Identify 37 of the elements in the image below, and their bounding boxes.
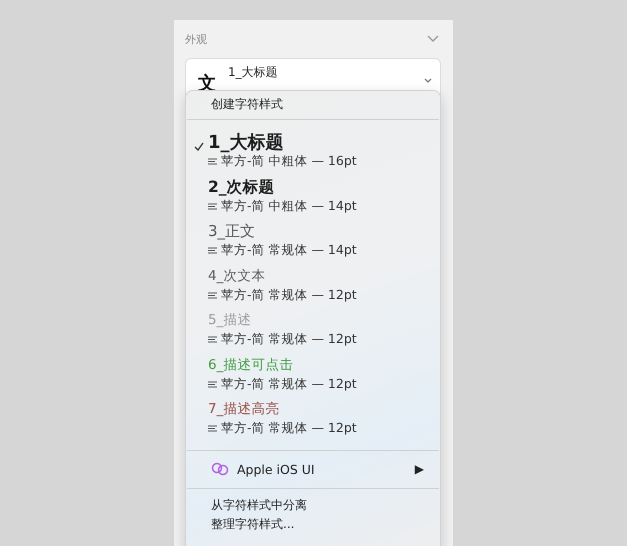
style-item[interactable]: 5_描述 苹方-简 常规体 — 12pt [186, 310, 440, 354]
chevron-down-icon [424, 78, 432, 84]
submenu-arrow: ▶ [414, 462, 424, 476]
style-name: 6_描述可点击 [208, 356, 294, 374]
style-detail: 苹方-简 常规体 — 12pt [221, 420, 357, 437]
align-left-icon [208, 292, 217, 298]
style-name: 2_次标题 [208, 176, 276, 198]
style-detail: 苹方-简 常规体 — 14pt [221, 242, 357, 259]
align-left-icon [208, 202, 217, 210]
style-name: 4_次文本 [208, 266, 266, 286]
style-detail: 苹方-简 常规体 — 12pt [221, 376, 357, 392]
align-left-icon [208, 425, 217, 432]
style-name: 7_描述高亮 [208, 400, 280, 419]
style-name: 3_正文 [208, 221, 256, 242]
style-detail: 苹方-简 常规体 — 12pt [221, 331, 357, 348]
style-detail: 苹方-简 中粗体 — 16pt [221, 153, 357, 170]
section-title: 外观 [185, 32, 207, 46]
align-left-icon [208, 380, 217, 388]
menu-item[interactable]: 整理字符样式... [211, 516, 440, 532]
style-item[interactable]: 2_次标题 苹方-简 中粗体 — 14pt [186, 176, 440, 221]
style-item[interactable]: 4_次文本 苹方-简 常规体 — 12pt [186, 266, 440, 310]
style-item[interactable]: 7_描述高亮 苹方-简 常规体 — 12pt [186, 399, 440, 444]
style-item[interactable]: 1_大标题 苹方-简 中粗体 — 16pt [186, 132, 440, 176]
style-detail: 苹方-简 中粗体 — 14pt [221, 198, 357, 214]
menu-item[interactable]: 从字符样式中分离 [211, 496, 440, 514]
linked-rings-icon [211, 462, 230, 476]
style-item[interactable]: 3_正文 苹方-简 常规体 — 14pt [186, 221, 440, 266]
style-name: 5_描述 [208, 311, 252, 330]
chevron-down-icon[interactable] [427, 35, 439, 43]
library-label: Apple iOS UI [237, 462, 316, 476]
library-item[interactable]: Apple iOS UI ▶ [186, 450, 440, 488]
style-detail: 苹方-简 常规体 — 12pt [221, 286, 357, 304]
style-item[interactable]: 6_描述可点击 苹方-简 常规体 — 12pt [186, 354, 440, 399]
align-left-icon [208, 247, 217, 254]
align-left-icon [208, 158, 217, 165]
align-left-icon [208, 336, 217, 343]
style-name: 1_大标题 [208, 132, 285, 153]
